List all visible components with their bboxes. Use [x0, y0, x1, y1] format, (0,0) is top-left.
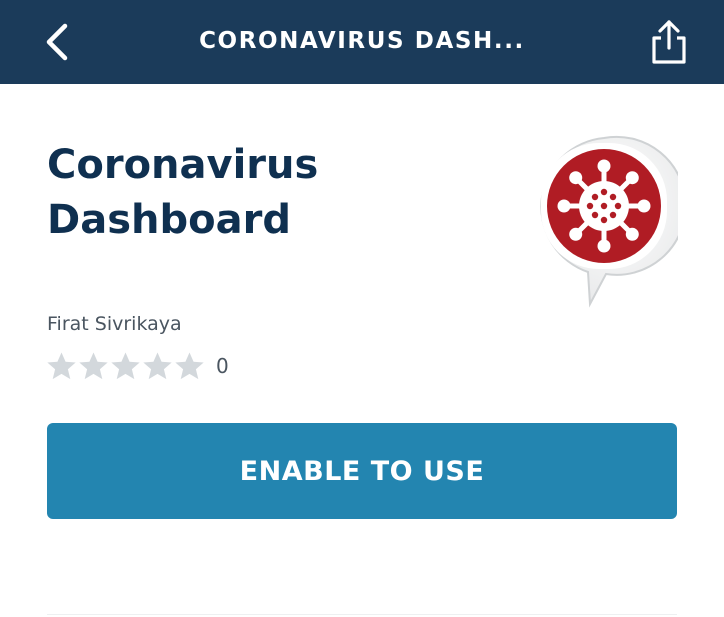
skill-title: Coronavirus Dashboard [47, 142, 319, 243]
share-button[interactable] [648, 18, 690, 66]
chevron-left-icon [46, 23, 68, 61]
share-icon [652, 20, 686, 64]
divider [47, 614, 677, 615]
enable-to-use-button[interactable]: ENABLE TO USE [47, 423, 677, 519]
star-empty-icon [143, 352, 172, 380]
rating-count: 0 [216, 354, 229, 378]
header-title: CORONAVIRUS DASH... [199, 28, 525, 54]
coronavirus-icon [540, 135, 687, 308]
star-empty-icon [79, 352, 108, 380]
star-empty-icon [47, 352, 76, 380]
star-rating [46, 351, 205, 381]
top-navigation-bar: CORONAVIRUS DASH... [0, 0, 724, 84]
skill-icon [530, 134, 687, 308]
author-name[interactable]: Firat Sivrikaya [47, 313, 182, 335]
back-button[interactable] [38, 20, 78, 64]
rating-row: 0 [46, 350, 229, 382]
star-empty-icon [111, 352, 140, 380]
star-empty-icon [175, 352, 204, 380]
